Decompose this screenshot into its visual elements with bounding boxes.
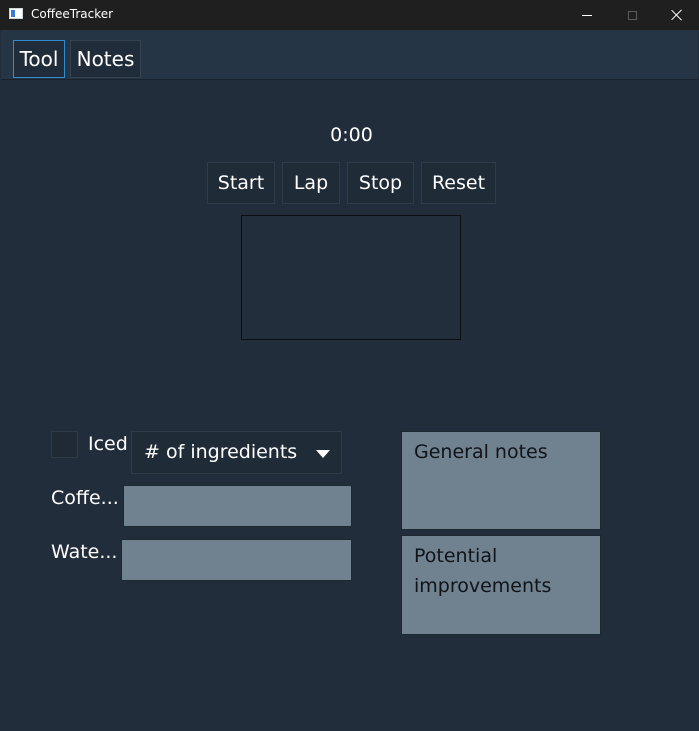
ingredients-dropdown-value: # of ingredients — [144, 441, 298, 463]
tab-bar: Tool Notes — [1, 30, 698, 80]
minimize-icon — [582, 14, 592, 16]
general-notes-textarea[interactable]: General notes — [401, 431, 601, 530]
window-title: CoffeeTracker — [31, 7, 114, 21]
tab-notes[interactable]: Notes — [70, 40, 141, 78]
water-label: Wate... — [51, 541, 118, 563]
water-field[interactable] — [121, 539, 352, 581]
iced-checkbox[interactable] — [51, 431, 78, 458]
stop-button[interactable]: Stop — [347, 162, 414, 204]
minimize-button[interactable] — [564, 0, 610, 30]
coffee-field[interactable] — [123, 485, 352, 527]
coffee-label: Coffe... — [51, 487, 119, 509]
potential-improvements-textarea[interactable]: Potential improvements — [401, 535, 601, 635]
chevron-down-icon — [316, 450, 330, 458]
timer-display: 0:00 — [330, 124, 373, 146]
close-icon — [671, 9, 683, 21]
ingredients-dropdown[interactable]: # of ingredients — [131, 431, 342, 474]
title-bar: CoffeeTracker — [0, 0, 699, 30]
close-button[interactable] — [654, 0, 699, 30]
maximize-icon — [627, 10, 637, 20]
lap-list[interactable] — [241, 215, 461, 340]
reset-button[interactable]: Reset — [421, 162, 496, 204]
iced-label: Iced — [88, 433, 128, 455]
app-window-icon — [9, 8, 23, 19]
maximize-button[interactable] — [609, 0, 655, 30]
tab-tool[interactable]: Tool — [13, 40, 65, 78]
start-button[interactable]: Start — [207, 162, 275, 204]
lap-button[interactable]: Lap — [282, 162, 340, 204]
